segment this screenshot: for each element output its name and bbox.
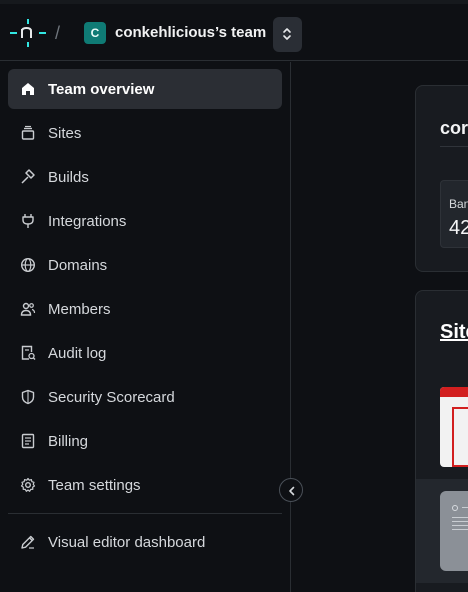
sidebar-item-members[interactable]: Members: [8, 289, 282, 329]
team-name[interactable]: conkehlicious’s team: [115, 24, 266, 41]
stat-value: 42: [449, 217, 468, 239]
shield-icon: [21, 389, 35, 405]
billing-icon: [21, 433, 35, 449]
thumbnail-line: [452, 529, 468, 530]
sidebar-item-builds[interactable]: Builds: [8, 157, 282, 197]
sidebar-item-label: Domains: [48, 257, 108, 274]
main-content: cor Ban 42 Site: [291, 62, 468, 592]
site-list-item[interactable]: [416, 479, 468, 583]
sidebar-item-sites[interactable]: Sites: [8, 113, 282, 153]
breadcrumb-separator: /: [55, 23, 61, 43]
sidebar-item-label: Builds: [48, 169, 89, 186]
thumbnail-line: [452, 525, 468, 526]
thumbnail-line: [452, 521, 468, 522]
site-thumbnail[interactable]: [440, 387, 468, 467]
sidebar-item-label: Security Scorecard: [48, 389, 175, 406]
sidebar-item-label: Visual editor dashboard: [48, 534, 206, 551]
sidebar-item-label: Team overview: [48, 81, 155, 98]
thumbnail-frame: [452, 407, 468, 467]
sites-heading-link[interactable]: Site: [440, 321, 468, 344]
card-title: cor: [440, 118, 468, 138]
thumbnail-line: [452, 517, 468, 518]
sidebar-item-visual-editor-dashboard[interactable]: Visual editor dashboard: [8, 522, 282, 562]
thumbnail-banner: [440, 387, 468, 397]
sidebar-item-label: Members: [48, 301, 111, 318]
members-icon: [20, 302, 36, 316]
site-thumbnail: [440, 491, 468, 571]
team-switcher-button[interactable]: [273, 17, 302, 52]
thumbnail-line: [462, 507, 468, 508]
hammer-icon: [21, 169, 35, 184]
sidebar-item-label: Billing: [48, 433, 89, 450]
gear-icon: [20, 477, 36, 492]
sidebar-item-team-overview[interactable]: Team overview: [8, 69, 282, 109]
audit-log-icon: [21, 345, 36, 360]
sidebar-item-domains[interactable]: Domains: [8, 245, 282, 285]
sidebar-item-audit-log[interactable]: Audit log: [8, 333, 282, 373]
netlify-logo-icon[interactable]: [10, 19, 46, 47]
sidebar-item-label: Sites: [48, 125, 82, 142]
stat-label: Ban: [449, 197, 468, 211]
sites-card: Site: [415, 290, 468, 592]
sidebar-item-integrations[interactable]: Integrations: [8, 201, 282, 241]
stat-tile[interactable]: Ban 42: [440, 180, 468, 248]
chevron-up-down-icon: [283, 28, 291, 40]
team-summary-card: cor Ban 42: [415, 85, 468, 272]
sidebar-item-label: Team settings: [48, 477, 141, 494]
sidebar-item-label: Audit log: [48, 345, 107, 362]
sidebar-item-security-scorecard[interactable]: Security Scorecard: [8, 377, 282, 417]
top-bar: / C conkehlicious’s team: [0, 4, 468, 61]
sidebar-item-label: Integrations: [48, 213, 127, 230]
globe-icon: [20, 257, 36, 273]
card-divider: [440, 146, 468, 147]
sidebar-item-team-settings[interactable]: Team settings: [8, 465, 282, 505]
team-avatar[interactable]: C: [84, 22, 106, 44]
sidebar-divider: [8, 513, 282, 514]
sites-stack-icon: [21, 125, 35, 140]
home-icon: [22, 83, 34, 95]
plug-icon: [22, 214, 34, 228]
sidebar: Team overview Sites Builds Integrations …: [0, 62, 290, 592]
sidebar-item-billing[interactable]: Billing: [8, 421, 282, 461]
pencil-icon: [21, 535, 35, 549]
thumbnail-dot: [452, 505, 458, 511]
